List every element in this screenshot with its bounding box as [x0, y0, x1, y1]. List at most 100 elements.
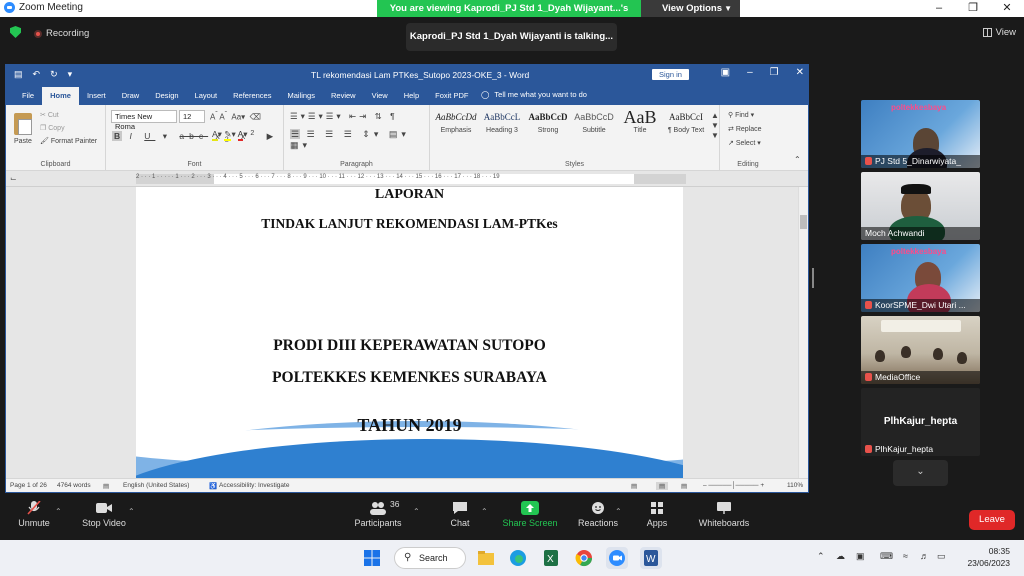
tab-selector-icon[interactable]: ⌙ [10, 174, 17, 183]
undo-icon[interactable]: ↶ [33, 69, 41, 80]
participant-tile[interactable]: poltekkesbaya KoorSPME_Dwi Utari ... [861, 244, 980, 312]
tab-mailings[interactable]: Mailings [279, 87, 323, 105]
customize-qat-icon[interactable]: ▾ [68, 69, 73, 80]
battery-icon[interactable]: ▭ [937, 551, 946, 562]
chat-options-caret[interactable]: ⌃ [481, 507, 488, 516]
windows-start-icon[interactable] [361, 547, 383, 569]
replace-button[interactable]: ⇄ Replace [728, 125, 762, 133]
word-close-icon[interactable]: ✕ [796, 67, 804, 78]
taskbar-clock[interactable]: 08:35 23/06/2023 [967, 545, 1010, 569]
gallery-next-button[interactable]: ⌄ [893, 460, 948, 486]
maximize-button[interactable]: ❐ [956, 0, 990, 17]
style-title[interactable]: AaB Title [618, 107, 662, 134]
speaker-icon[interactable]: ♬ [920, 551, 929, 561]
style-subtitle[interactable]: AaBbCcD Subtitle [572, 107, 616, 134]
tab-insert[interactable]: Insert [79, 87, 114, 105]
tab-draw[interactable]: Draw [114, 87, 148, 105]
tab-view[interactable]: View [364, 87, 396, 105]
participant-tile[interactable]: Moch Achwandi [861, 172, 980, 240]
tab-home[interactable]: Home [42, 87, 79, 105]
close-button[interactable]: ✕ [990, 0, 1024, 17]
word-restore-icon[interactable]: ❐ [770, 67, 779, 78]
tab-references[interactable]: References [225, 87, 279, 105]
participant-tile[interactable]: MediaOffice [861, 316, 980, 384]
vertical-scrollbar[interactable] [798, 187, 808, 479]
participant-tile[interactable]: poltekkesbaya PJ Std 5_Dinarwiyata_ [861, 100, 980, 168]
chrome-icon[interactable] [573, 547, 595, 569]
tray-overflow-icon[interactable]: ⌃ [817, 551, 825, 562]
file-explorer-icon[interactable] [475, 547, 497, 569]
audio-options-caret[interactable]: ⌃ [55, 507, 62, 516]
tab-foxit-pdf[interactable]: Foxit PDF [427, 87, 476, 105]
list-buttons[interactable]: ☰▾☰▾☰▾ ⇤⇥ ⇅ ¶ [290, 111, 398, 122]
keyboard-icon[interactable]: ⌨ [880, 551, 893, 562]
page-count[interactable]: Page 1 of 26 [10, 482, 47, 489]
tab-file[interactable]: File [14, 87, 42, 105]
shared-word-window[interactable]: ▤ ↶ ↻ ▾ TL rekomendasi Lam PTKes_Sutopo … [5, 64, 809, 493]
word-minimize-icon[interactable]: – [747, 67, 753, 78]
shield-icon[interactable] [10, 26, 21, 38]
tab-help[interactable]: Help [396, 87, 427, 105]
reactions-button[interactable]: Reactions [577, 501, 619, 528]
participants-button[interactable]: 36 Participants [352, 499, 404, 528]
tab-layout[interactable]: Layout [187, 87, 226, 105]
video-options-caret[interactable]: ⌃ [128, 507, 135, 516]
apps-button[interactable]: Apps [644, 501, 670, 528]
horizontal-ruler[interactable]: ⌙ 2 · · · 1 · · · · · 1 · · · 2 · · · 3 … [6, 171, 808, 187]
word-taskbar-icon[interactable]: W [640, 547, 662, 569]
word-count[interactable]: 4764 words [57, 482, 91, 489]
recording-indicator[interactable]: Recording [34, 28, 89, 39]
camera-tray-icon[interactable]: ▣ [856, 551, 865, 562]
color-buttons[interactable]: A▾ ✎▾ A▾ [212, 129, 248, 141]
stop-video-button[interactable]: Stop Video [80, 501, 128, 528]
ribbon-display-icon[interactable]: ▣ [721, 67, 730, 78]
panel-splitter-handle[interactable] [812, 268, 814, 288]
chat-button[interactable]: Chat [446, 501, 474, 528]
tab-design[interactable]: Design [147, 87, 186, 105]
reactions-options-caret[interactable]: ⌃ [615, 507, 622, 516]
unmute-button[interactable]: Unmute [16, 501, 52, 528]
text-style-buttons[interactable]: B I U ▾ abc x2 x2 ▶ [112, 129, 278, 144]
sign-in-button[interactable]: Sign in [652, 69, 689, 80]
font-size-dropdown[interactable]: 12 [179, 110, 205, 123]
print-layout-icon[interactable]: ▤ [656, 482, 669, 490]
accessibility-status[interactable]: Accessibility: Investigate [219, 482, 289, 489]
cloud-icon[interactable]: ☁ [836, 551, 845, 562]
format-painter-button[interactable]: 🖌 Format Painter [40, 137, 97, 145]
font-name-dropdown[interactable]: Times New Roma [111, 110, 177, 131]
copy-button[interactable]: ❐ Copy [40, 124, 65, 132]
view-button[interactable]: View [982, 27, 1016, 38]
excel-icon[interactable]: X [540, 547, 562, 569]
tab-review[interactable]: Review [323, 87, 364, 105]
style-body-text[interactable]: AaBbCcI ¶ Body Text [664, 107, 708, 134]
redo-icon[interactable]: ↻ [50, 69, 58, 80]
collapse-ribbon-icon[interactable]: ⌃ [794, 155, 801, 164]
style-strong[interactable]: AaBbCcD Strong [526, 107, 570, 134]
wifi-icon[interactable]: ≈ [903, 551, 908, 561]
language-status[interactable]: English (United States) [123, 482, 189, 489]
read-mode-icon[interactable]: ▤ [631, 482, 637, 490]
cut-button[interactable]: ✂ Cut [40, 111, 59, 119]
alignment-buttons[interactable]: ☰ ☰ ☰ ☰ ⇕▾ ▤▾ ▦▾ [290, 129, 429, 151]
find-button[interactable]: ⚲ Find ▾ [728, 111, 754, 119]
save-icon[interactable]: ▤ [14, 69, 23, 80]
select-button[interactable]: ↗ Select ▾ [728, 139, 761, 147]
minimize-button[interactable]: – [922, 0, 956, 17]
leave-button[interactable]: Leave [969, 510, 1015, 530]
taskbar-search[interactable]: ⚲ Search [394, 547, 466, 569]
share-screen-button[interactable]: Share Screen [502, 501, 558, 528]
view-options-button[interactable]: View Options ▼ [641, 0, 740, 17]
participants-options-caret[interactable]: ⌃ [413, 507, 420, 516]
zoom-level[interactable]: 110% [787, 482, 803, 489]
paste-icon[interactable] [14, 113, 32, 135]
font-size-buttons[interactable]: Aˆ Aˇ Aa▾ ⌫ [210, 111, 261, 122]
zoom-slider[interactable]: – ─────│───── + [703, 482, 764, 489]
zoom-taskbar-icon[interactable] [606, 547, 628, 569]
paste-label[interactable]: Paste [14, 138, 32, 145]
scrollbar-thumb[interactable] [800, 215, 807, 229]
edge-browser-icon[interactable] [507, 547, 529, 569]
web-layout-icon[interactable]: ▤ [681, 482, 687, 490]
document-area[interactable]: LAPORAN TINDAK LANJUT REKOMENDASI LAM-PT… [6, 187, 808, 479]
whiteboards-button[interactable]: Whiteboards [697, 501, 751, 528]
proofing-icon[interactable]: ▤ [103, 482, 109, 490]
